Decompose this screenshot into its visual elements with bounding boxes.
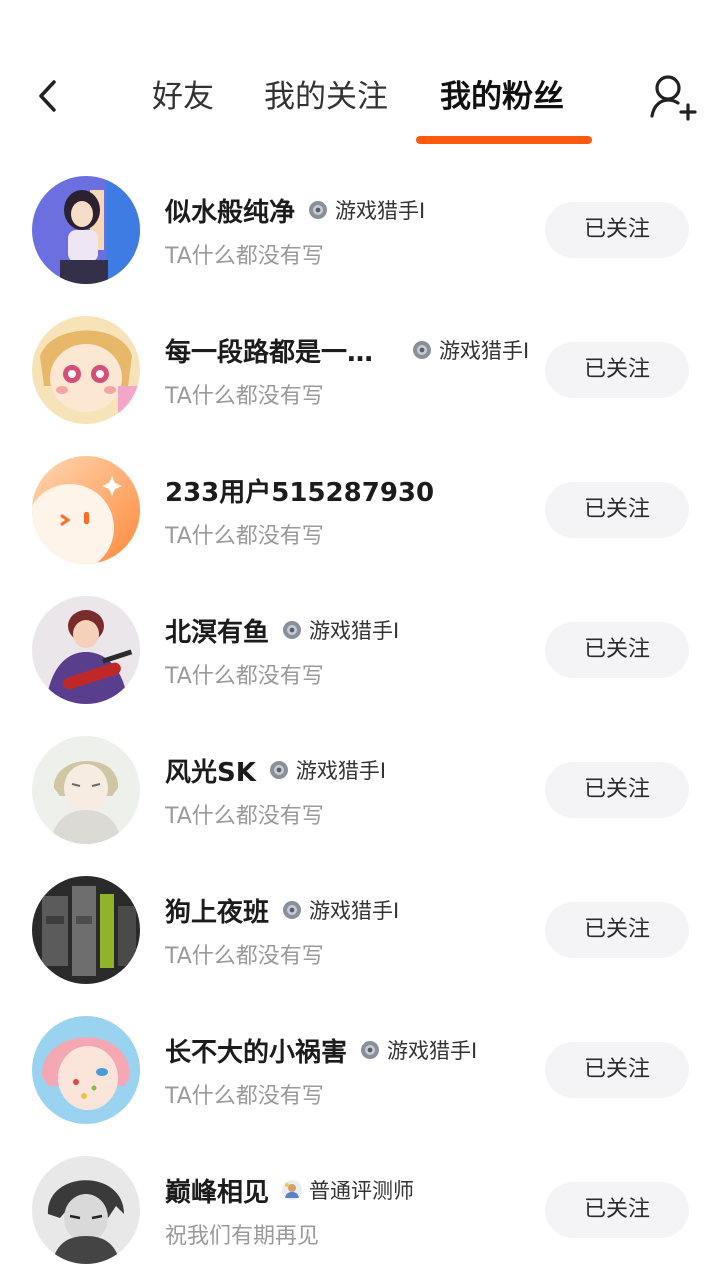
followed-button[interactable]: 已关注 [545, 202, 689, 258]
tab-friends[interactable]: 好友 [152, 70, 214, 124]
name-row: 似水般纯净 游戏猎手I [165, 190, 425, 230]
list-item[interactable]: 233用户515287930 TA什么都没有写 已关注 [0, 440, 720, 580]
list-item[interactable]: 狗上夜班 游戏猎手I TA什么都没有写 已关注 [0, 860, 720, 1000]
user-bio: TA什么都没有写 [165, 664, 324, 689]
user-badge[interactable]: 游戏猎手I [359, 1035, 477, 1065]
badge-label: 游戏猎手I [309, 899, 400, 923]
user-bio: TA什么都没有写 [165, 524, 324, 549]
tab-following[interactable]: 我的关注 [264, 70, 388, 124]
user-name[interactable]: 长不大的小祸害 [165, 1032, 347, 1069]
name-row: 233用户515287930 [165, 470, 434, 510]
followed-button[interactable]: 已关注 [545, 1042, 689, 1098]
avatar[interactable] [32, 1016, 140, 1124]
user-bio: TA什么都没有写 [165, 384, 324, 409]
add-user-icon [650, 75, 697, 121]
gear-badge-icon [411, 339, 433, 361]
top-navigation-bar: 好友 我的关注 我的粉丝 [0, 0, 720, 150]
list-item[interactable]: 巅峰相见 普通评测师 祝我们有期再见 已关注 [0, 1140, 720, 1280]
user-badge[interactable]: 游戏猎手I [281, 615, 399, 645]
user-badge[interactable]: 游戏猎手I [281, 895, 399, 925]
name-row: 北溟有鱼 游戏猎手I [165, 610, 399, 650]
reviewer-badge-icon [281, 1179, 303, 1201]
gear-badge-icon [268, 759, 290, 781]
avatar[interactable] [32, 596, 140, 704]
fans-list: 似水般纯净 游戏猎手I TA什么都没有写 已关注 每一段路都是一… 游戏猎手I … [0, 160, 720, 1280]
user-bio: TA什么都没有写 [165, 944, 324, 969]
badge-label: 游戏猎手I [335, 199, 426, 223]
followed-button[interactable]: 已关注 [545, 622, 689, 678]
avatar[interactable] [32, 176, 140, 284]
badge-label: 游戏猎手I [439, 339, 530, 363]
user-bio: TA什么都没有写 [165, 804, 324, 829]
active-tab-indicator [416, 136, 592, 144]
tab-bar: 好友 我的关注 我的粉丝 [0, 70, 720, 130]
badge-label: 普通评测师 [309, 1179, 415, 1203]
list-item[interactable]: 似水般纯净 游戏猎手I TA什么都没有写 已关注 [0, 160, 720, 300]
followed-button[interactable]: 已关注 [545, 342, 689, 398]
followed-button[interactable]: 已关注 [545, 482, 689, 538]
avatar[interactable] [32, 1156, 140, 1264]
list-item[interactable]: 长不大的小祸害 游戏猎手I TA什么都没有写 已关注 [0, 1000, 720, 1140]
badge-label: 游戏猎手I [295, 759, 387, 783]
user-badge[interactable]: 游戏猎手I [411, 335, 529, 365]
name-row: 每一段路都是一… 游戏猎手I [165, 330, 529, 370]
gear-badge-icon [281, 899, 303, 921]
followed-button[interactable]: 已关注 [545, 1182, 689, 1238]
user-badge[interactable]: 游戏猎手I [268, 755, 386, 785]
followed-button[interactable]: 已关注 [545, 762, 689, 818]
avatar[interactable] [32, 736, 140, 844]
user-bio: TA什么都没有写 [165, 1084, 324, 1109]
badge-label: 游戏猎手I [387, 1039, 478, 1063]
tab-my-fans[interactable]: 我的粉丝 [440, 70, 564, 124]
user-name[interactable]: 狗上夜班 [165, 892, 269, 929]
user-name[interactable]: 似水般纯净 [165, 192, 295, 229]
list-item[interactable]: 每一段路都是一… 游戏猎手I TA什么都没有写 已关注 [0, 300, 720, 440]
list-item[interactable]: 风光SK 游戏猎手I TA什么都没有写 已关注 [0, 720, 720, 860]
user-name[interactable]: 233用户515287930 [165, 472, 434, 509]
avatar[interactable] [32, 456, 140, 564]
name-row: 长不大的小祸害 游戏猎手I [165, 1030, 477, 1070]
user-bio: TA什么都没有写 [165, 244, 324, 269]
name-row: 巅峰相见 普通评测师 [165, 1170, 414, 1210]
avatar[interactable] [32, 316, 140, 424]
badge-label: 游戏猎手I [309, 619, 400, 643]
list-item[interactable]: 北溟有鱼 游戏猎手I TA什么都没有写 已关注 [0, 580, 720, 720]
user-name[interactable]: 北溟有鱼 [165, 612, 269, 649]
gear-badge-icon [307, 199, 329, 221]
add-friend-button[interactable] [648, 70, 698, 126]
gear-badge-icon [359, 1039, 381, 1061]
user-name[interactable]: 风光SK [165, 752, 256, 789]
user-name[interactable]: 每一段路都是一… [165, 332, 395, 369]
gear-badge-icon [281, 619, 303, 641]
avatar[interactable] [32, 876, 140, 984]
user-badge[interactable]: 普通评测师 [281, 1175, 414, 1205]
user-bio: 祝我们有期再见 [165, 1224, 320, 1249]
user-badge[interactable]: 游戏猎手I [307, 195, 425, 225]
user-name[interactable]: 巅峰相见 [165, 1172, 269, 1209]
followed-button[interactable]: 已关注 [545, 902, 689, 958]
name-row: 风光SK 游戏猎手I [165, 750, 386, 790]
name-row: 狗上夜班 游戏猎手I [165, 890, 399, 930]
